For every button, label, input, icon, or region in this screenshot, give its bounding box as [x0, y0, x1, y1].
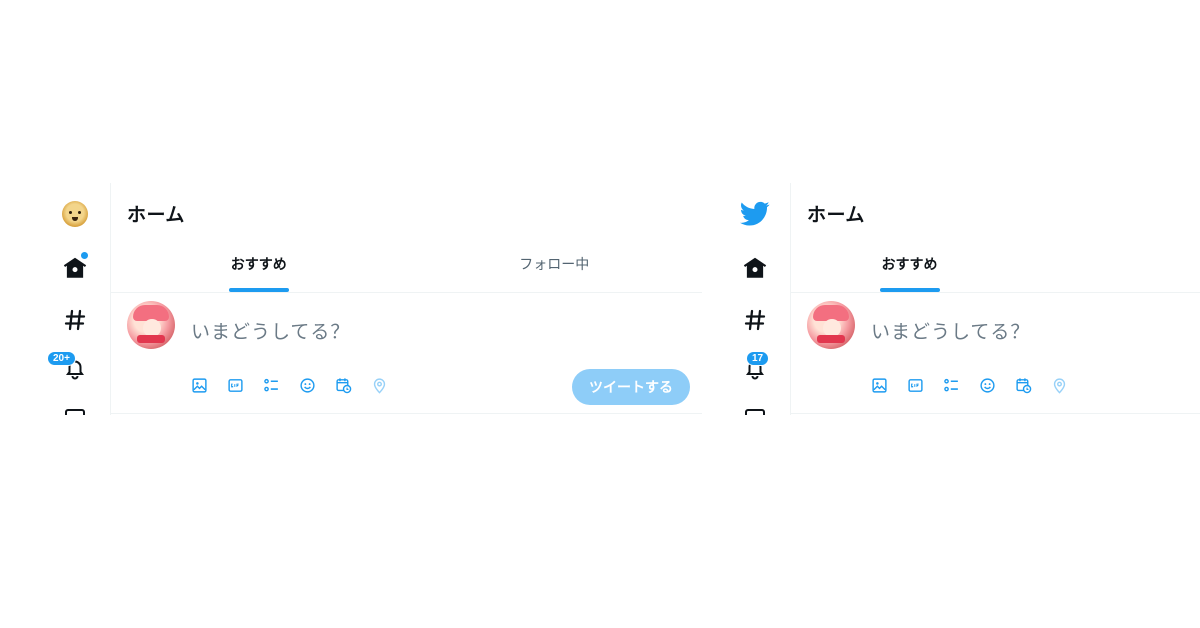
timeline-tabs: おすすめ フォロー中: [111, 235, 702, 293]
hashtag-icon: [63, 308, 87, 332]
tab-label: フォロー中: [519, 256, 590, 273]
gif-icon[interactable]: [225, 375, 245, 395]
nav-rail: 17: [720, 183, 790, 415]
nav-rail: 20+: [40, 183, 110, 415]
poll-icon[interactable]: [261, 375, 281, 395]
nav-messages[interactable]: [731, 397, 779, 415]
twitter-bird-icon: [740, 201, 770, 227]
mail-icon: [743, 405, 767, 415]
location-icon: [369, 375, 389, 395]
emoji-icon[interactable]: [977, 375, 997, 395]
emoji-icon[interactable]: [297, 375, 317, 395]
page-title: ホーム: [127, 204, 185, 226]
home-icon: [742, 255, 768, 281]
schedule-icon[interactable]: [1013, 375, 1033, 395]
nav-explore[interactable]: [731, 300, 779, 340]
home-panel-with-following-tab: 20+ ホーム おすすめ フォロー中 いまどうしてる？ ツイートする: [40, 183, 702, 415]
image-icon[interactable]: [869, 375, 889, 395]
nav-logo[interactable]: [731, 194, 779, 234]
tab-label: おすすめ: [881, 256, 938, 273]
tweet-composer: いまどうしてる？: [111, 293, 702, 414]
tab-label: おすすめ: [230, 256, 287, 273]
header: ホーム: [111, 183, 702, 235]
notification-badge: 17: [746, 351, 770, 366]
active-tab-indicator: [879, 288, 940, 292]
composer-toolbar: [869, 375, 1069, 395]
mail-icon: [63, 405, 87, 415]
tab-for-you[interactable]: おすすめ: [791, 235, 1028, 292]
header: ホーム: [791, 183, 1200, 235]
poll-icon[interactable]: [941, 375, 961, 395]
gif-icon[interactable]: [905, 375, 925, 395]
composer-toolbar: [189, 375, 389, 395]
nav-notifications[interactable]: 20+: [47, 349, 99, 389]
timeline-tabs: おすすめ: [791, 235, 1200, 293]
doge-logo-icon[interactable]: [51, 194, 99, 234]
tweet-button[interactable]: ツイートする: [572, 369, 690, 405]
hashtag-icon: [743, 308, 767, 332]
nav-messages[interactable]: [51, 397, 99, 415]
nav-home[interactable]: [731, 248, 779, 288]
location-icon: [1049, 375, 1069, 395]
compose-input[interactable]: いまどうしてる？: [871, 317, 1030, 344]
tweet-composer: いまどうしてる？: [791, 293, 1200, 414]
nav-home[interactable]: [51, 248, 99, 288]
nav-explore[interactable]: [51, 300, 99, 340]
page-title: ホーム: [807, 204, 865, 226]
tab-following[interactable]: フォロー中: [407, 235, 703, 292]
home-timeline: ホーム おすすめ フォロー中 いまどうしてる？ ツイートする: [110, 183, 702, 415]
compose-input[interactable]: いまどうしてる？: [191, 317, 350, 344]
active-tab-indicator: [228, 288, 289, 292]
tab-for-you[interactable]: おすすめ: [111, 235, 407, 292]
new-posts-dot: [80, 251, 89, 260]
schedule-icon[interactable]: [333, 375, 353, 395]
notification-badge: 20+: [47, 351, 76, 366]
nav-notifications[interactable]: 17: [731, 349, 779, 389]
image-icon[interactable]: [189, 375, 209, 395]
avatar[interactable]: [127, 301, 175, 349]
home-panel-recommended-only: 17 ホーム おすすめ いまどうしてる？: [720, 183, 1200, 415]
avatar[interactable]: [807, 301, 855, 349]
home-timeline: ホーム おすすめ いまどうしてる？: [790, 183, 1200, 415]
